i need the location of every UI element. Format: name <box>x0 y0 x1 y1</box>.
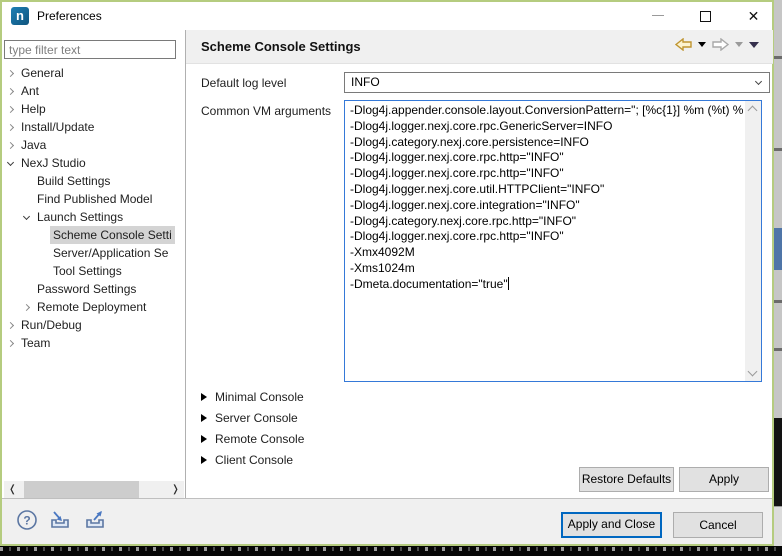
section-minimal-console[interactable]: Minimal Console <box>201 386 304 407</box>
scroll-left-icon[interactable]: ❬ <box>4 481 21 498</box>
maximize-button[interactable] <box>683 2 728 30</box>
log-level-label: Default log level <box>201 76 286 90</box>
chevron-right-icon[interactable] <box>6 87 13 94</box>
pane-header: Scheme Console Settings <box>186 30 773 64</box>
tree-item-launch-settings[interactable]: Launch Settings <box>2 208 185 226</box>
scroll-right-icon[interactable]: ❭ <box>167 481 184 498</box>
chevron-down-icon <box>755 78 762 85</box>
tree-item-ant[interactable]: Ant <box>2 82 185 100</box>
screenshot-stage: n Preferences ✕ General Ant Help Install… <box>0 0 782 556</box>
chevron-right-icon[interactable] <box>6 321 13 328</box>
cancel-button[interactable]: Cancel <box>673 512 763 538</box>
chevron-right-icon[interactable] <box>6 105 13 112</box>
scrollbar-thumb[interactable] <box>24 481 139 498</box>
minimize-icon <box>652 15 664 16</box>
tree-item-nexj-studio[interactable]: NexJ Studio <box>2 154 185 172</box>
tree-item-server-application-settings[interactable]: Server/Application Se <box>2 244 185 262</box>
dialog-button-bar: ? Apply and Close Cancel <box>2 498 772 544</box>
apply-button[interactable]: Apply <box>679 467 769 492</box>
log-level-select[interactable]: INFO <box>344 72 770 93</box>
help-icon[interactable]: ? <box>16 509 38 531</box>
svg-text:?: ? <box>23 514 30 528</box>
window-title: Preferences <box>37 9 102 23</box>
tree-item-team[interactable]: Team <box>2 334 185 352</box>
nexj-logo-icon: n <box>11 7 29 25</box>
tree-item-tool-settings[interactable]: Tool Settings <box>2 262 185 280</box>
sliver-dash <box>774 56 782 59</box>
tree-item-find-published-model[interactable]: Find Published Model <box>2 190 185 208</box>
filter-input[interactable] <box>4 40 176 59</box>
tree-item-java[interactable]: Java <box>2 136 185 154</box>
tree-item-password-settings[interactable]: Password Settings <box>2 280 185 298</box>
chevron-right-icon[interactable] <box>6 69 13 76</box>
minimize-button[interactable] <box>635 2 680 30</box>
import-preferences-icon[interactable] <box>49 510 73 530</box>
tree-item-run-debug[interactable]: Run/Debug <box>2 316 185 334</box>
tree-item-install-update[interactable]: Install/Update <box>2 118 185 136</box>
section-client-console[interactable]: Client Console <box>201 449 304 470</box>
tree-item-general[interactable]: General <box>2 64 185 82</box>
sliver-black-block <box>774 418 782 506</box>
sliver-blue-block <box>774 228 782 270</box>
textarea-vertical-scrollbar[interactable] <box>745 101 761 381</box>
chevron-right-icon[interactable] <box>6 339 13 346</box>
chevron-right-icon[interactable] <box>6 141 13 148</box>
text-caret <box>508 277 509 290</box>
tree-item-remote-deployment[interactable]: Remote Deployment <box>2 298 185 316</box>
section-remote-console[interactable]: Remote Console <box>201 428 304 449</box>
footer-icons: ? <box>16 509 108 531</box>
preferences-dialog: n Preferences ✕ General Ant Help Install… <box>0 0 774 546</box>
triangle-right-icon <box>201 414 207 422</box>
vm-arguments-text: -Dlog4j.appender.console.layout.Conversi… <box>345 101 744 381</box>
triangle-right-icon <box>201 435 207 443</box>
settings-panel: Scheme Console Settings Default log leve… <box>185 30 772 498</box>
tree-horizontal-scrollbar[interactable]: ❬ ❭ <box>4 481 184 498</box>
close-button[interactable]: ✕ <box>731 2 776 30</box>
preferences-nav-panel: General Ant Help Install/Update Java Nex… <box>2 30 185 498</box>
scroll-down-icon[interactable] <box>748 367 758 377</box>
preferences-tree: General Ant Help Install/Update Java Nex… <box>2 64 185 370</box>
triangle-right-icon <box>201 456 207 464</box>
close-icon: ✕ <box>748 8 760 24</box>
forward-history-dropdown-icon <box>735 42 743 47</box>
log-level-value: INFO <box>351 75 380 89</box>
sliver-gray-block <box>774 506 782 546</box>
chevron-down-icon[interactable] <box>6 158 13 165</box>
forward-arrow-icon <box>712 38 729 51</box>
back-arrow-icon[interactable] <box>675 38 692 51</box>
scroll-up-icon[interactable] <box>748 106 758 116</box>
back-history-dropdown-icon[interactable] <box>698 42 706 47</box>
background-taskbar-sliver <box>0 546 782 556</box>
title-bar: n Preferences ✕ <box>2 2 772 30</box>
restore-defaults-button[interactable]: Restore Defaults <box>579 467 674 492</box>
apply-and-close-button[interactable]: Apply and Close <box>561 512 662 538</box>
section-server-console[interactable]: Server Console <box>201 407 304 428</box>
background-window-sliver <box>774 0 782 546</box>
maximize-icon <box>700 11 711 22</box>
triangle-right-icon <box>201 393 207 401</box>
vm-arguments-textarea[interactable]: -Dlog4j.appender.console.layout.Conversi… <box>344 100 762 382</box>
tree-item-build-settings[interactable]: Build Settings <box>2 172 185 190</box>
page-title: Scheme Console Settings <box>201 39 361 54</box>
sliver-dash <box>774 348 782 351</box>
history-nav <box>675 38 759 51</box>
vm-arguments-label: Common VM arguments <box>201 104 331 118</box>
tree-item-help[interactable]: Help <box>2 100 185 118</box>
chevron-down-icon[interactable] <box>22 212 29 219</box>
sliver-dash <box>774 300 782 303</box>
sliver-dash <box>774 148 782 151</box>
export-preferences-icon[interactable] <box>84 510 108 530</box>
view-menu-icon[interactable] <box>749 42 759 48</box>
tree-item-scheme-console-settings[interactable]: Scheme Console Setti <box>2 226 185 244</box>
chevron-right-icon[interactable] <box>22 303 29 310</box>
chevron-right-icon[interactable] <box>6 123 13 130</box>
console-sections: Minimal Console Server Console Remote Co… <box>201 386 304 470</box>
